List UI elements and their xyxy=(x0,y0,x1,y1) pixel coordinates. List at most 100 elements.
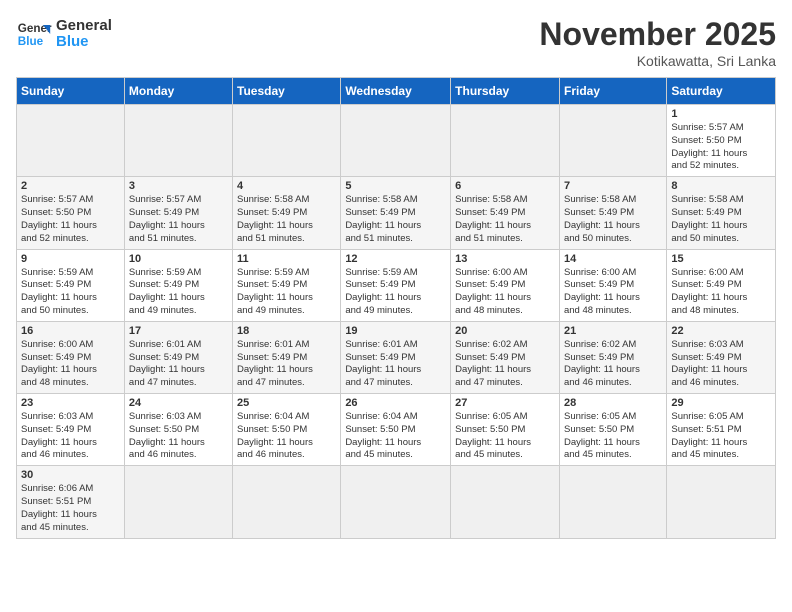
day-number: 9 xyxy=(21,253,120,265)
day-info: Sunrise: 6:01 AM Sunset: 5:49 PM Dayligh… xyxy=(129,339,228,390)
weekday-header: Monday xyxy=(124,78,232,105)
day-number: 18 xyxy=(237,325,336,337)
day-info: Sunrise: 6:00 AM Sunset: 5:49 PM Dayligh… xyxy=(455,267,555,318)
day-number: 28 xyxy=(564,397,662,409)
calendar-cell: 30 Sunrise: 6:06 AM Sunset: 5:51 PM Dayli… xyxy=(17,466,125,538)
svg-text:Blue: Blue xyxy=(18,35,44,48)
weekday-header: Friday xyxy=(559,78,666,105)
day-number: 24 xyxy=(129,397,228,409)
day-number: 14 xyxy=(564,253,662,265)
calendar-cell: 14 Sunrise: 6:00 AM Sunset: 5:49 PM Dayli… xyxy=(559,249,666,321)
day-number: 2 xyxy=(21,180,120,192)
day-info: Sunrise: 6:01 AM Sunset: 5:49 PM Dayligh… xyxy=(237,339,336,390)
calendar-cell: 1 Sunrise: 5:57 AM Sunset: 5:50 PM Daylig… xyxy=(667,105,776,177)
calendar-cell xyxy=(341,105,451,177)
calendar-cell xyxy=(17,105,125,177)
day-number: 26 xyxy=(345,397,446,409)
logo-general-text: General xyxy=(56,18,112,35)
day-info: Sunrise: 6:03 AM Sunset: 5:50 PM Dayligh… xyxy=(129,411,228,462)
day-number: 16 xyxy=(21,325,120,337)
calendar-table: SundayMondayTuesdayWednesdayThursdayFrid… xyxy=(16,77,776,539)
day-info: Sunrise: 5:59 AM Sunset: 5:49 PM Dayligh… xyxy=(345,267,446,318)
calendar-cell: 28 Sunrise: 6:05 AM Sunset: 5:50 PM Dayli… xyxy=(559,394,666,466)
calendar-cell: 13 Sunrise: 6:00 AM Sunset: 5:49 PM Dayli… xyxy=(451,249,560,321)
calendar-cell: 21 Sunrise: 6:02 AM Sunset: 5:49 PM Dayli… xyxy=(559,321,666,393)
day-info: Sunrise: 5:59 AM Sunset: 5:49 PM Dayligh… xyxy=(237,267,336,318)
calendar-cell: 27Sunrise: 6:05 AM Sunset: 5:50 PM Dayli… xyxy=(451,394,560,466)
weekday-header: Thursday xyxy=(451,78,560,105)
day-info: Sunrise: 5:59 AM Sunset: 5:49 PM Dayligh… xyxy=(21,267,120,318)
calendar-cell: 3 Sunrise: 5:57 AM Sunset: 5:49 PM Daylig… xyxy=(124,177,232,249)
calendar-cell: 7 Sunrise: 5:58 AM Sunset: 5:49 PM Daylig… xyxy=(559,177,666,249)
day-number: 13 xyxy=(455,253,555,265)
day-info: Sunrise: 6:03 AM Sunset: 5:49 PM Dayligh… xyxy=(671,339,771,390)
day-number: 25 xyxy=(237,397,336,409)
day-info: Sunrise: 6:03 AM Sunset: 5:49 PM Dayligh… xyxy=(21,411,120,462)
day-info: Sunrise: 5:58 AM Sunset: 5:49 PM Dayligh… xyxy=(455,194,555,245)
day-number: 23 xyxy=(21,397,120,409)
calendar-cell xyxy=(124,105,232,177)
day-info: Sunrise: 6:00 AM Sunset: 5:49 PM Dayligh… xyxy=(564,267,662,318)
weekday-header: Wednesday xyxy=(341,78,451,105)
day-number: 20 xyxy=(455,325,555,337)
calendar-cell: 22 Sunrise: 6:03 AM Sunset: 5:49 PM Dayli… xyxy=(667,321,776,393)
calendar-cell xyxy=(451,466,560,538)
calendar-cell xyxy=(667,466,776,538)
calendar-cell: 10 Sunrise: 5:59 AM Sunset: 5:49 PM Dayli… xyxy=(124,249,232,321)
day-number: 21 xyxy=(564,325,662,337)
title-block: November 2025 Kotikawatta, Sri Lanka xyxy=(539,16,776,69)
calendar-cell: 19Sunrise: 6:01 AM Sunset: 5:49 PM Dayli… xyxy=(341,321,451,393)
day-info: Sunrise: 6:00 AM Sunset: 5:49 PM Dayligh… xyxy=(21,339,120,390)
calendar-cell: 9 Sunrise: 5:59 AM Sunset: 5:49 PM Daylig… xyxy=(17,249,125,321)
weekday-header: Sunday xyxy=(17,78,125,105)
day-info: Sunrise: 6:05 AM Sunset: 5:50 PM Dayligh… xyxy=(564,411,662,462)
day-info: Sunrise: 6:06 AM Sunset: 5:51 PM Dayligh… xyxy=(21,483,120,534)
logo-icon: General Blue xyxy=(16,16,52,52)
day-info: Sunrise: 5:58 AM Sunset: 5:49 PM Dayligh… xyxy=(671,194,771,245)
day-number: 15 xyxy=(671,253,771,265)
day-number: 22 xyxy=(671,325,771,337)
calendar-cell: 24 Sunrise: 6:03 AM Sunset: 5:50 PM Dayli… xyxy=(124,394,232,466)
logo: General Blue General Blue xyxy=(16,16,112,52)
day-number: 5 xyxy=(345,180,446,192)
weekday-header: Tuesday xyxy=(233,78,341,105)
day-info: Sunrise: 5:58 AM Sunset: 5:49 PM Dayligh… xyxy=(237,194,336,245)
calendar-cell: 12Sunrise: 5:59 AM Sunset: 5:49 PM Dayli… xyxy=(341,249,451,321)
calendar-cell xyxy=(559,466,666,538)
calendar-cell: 11 Sunrise: 5:59 AM Sunset: 5:49 PM Dayli… xyxy=(233,249,341,321)
day-info: Sunrise: 5:57 AM Sunset: 5:50 PM Dayligh… xyxy=(671,122,771,173)
calendar-cell: 26Sunrise: 6:04 AM Sunset: 5:50 PM Dayli… xyxy=(341,394,451,466)
location-text: Kotikawatta, Sri Lanka xyxy=(539,53,776,69)
calendar-cell: 5 Sunrise: 5:58 AM Sunset: 5:49 PM Daylig… xyxy=(341,177,451,249)
day-number: 8 xyxy=(671,180,771,192)
calendar-cell: 15 Sunrise: 6:00 AM Sunset: 5:49 PM Dayli… xyxy=(667,249,776,321)
calendar-cell: 23 Sunrise: 6:03 AM Sunset: 5:49 PM Dayli… xyxy=(17,394,125,466)
calendar-cell: 4 Sunrise: 5:58 AM Sunset: 5:49 PM Daylig… xyxy=(233,177,341,249)
calendar-cell: 6Sunrise: 5:58 AM Sunset: 5:49 PM Daylig… xyxy=(451,177,560,249)
day-number: 3 xyxy=(129,180,228,192)
day-info: Sunrise: 6:02 AM Sunset: 5:49 PM Dayligh… xyxy=(564,339,662,390)
calendar-cell xyxy=(451,105,560,177)
day-number: 1 xyxy=(671,108,771,120)
day-number: 7 xyxy=(564,180,662,192)
day-info: Sunrise: 5:58 AM Sunset: 5:49 PM Dayligh… xyxy=(564,194,662,245)
calendar-cell xyxy=(559,105,666,177)
day-number: 17 xyxy=(129,325,228,337)
day-info: Sunrise: 6:00 AM Sunset: 5:49 PM Dayligh… xyxy=(671,267,771,318)
day-number: 30 xyxy=(21,469,120,481)
calendar-cell: 29Sunrise: 6:05 AM Sunset: 5:51 PM Dayli… xyxy=(667,394,776,466)
day-number: 10 xyxy=(129,253,228,265)
calendar-cell: 16 Sunrise: 6:00 AM Sunset: 5:49 PM Dayli… xyxy=(17,321,125,393)
day-info: Sunrise: 5:57 AM Sunset: 5:49 PM Dayligh… xyxy=(129,194,228,245)
day-info: Sunrise: 5:58 AM Sunset: 5:49 PM Dayligh… xyxy=(345,194,446,245)
day-number: 11 xyxy=(237,253,336,265)
calendar-cell: 25Sunrise: 6:04 AM Sunset: 5:50 PM Dayli… xyxy=(233,394,341,466)
day-number: 4 xyxy=(237,180,336,192)
calendar-cell: 20Sunrise: 6:02 AM Sunset: 5:49 PM Dayli… xyxy=(451,321,560,393)
calendar-cell xyxy=(233,105,341,177)
day-info: Sunrise: 5:59 AM Sunset: 5:49 PM Dayligh… xyxy=(129,267,228,318)
calendar-cell xyxy=(341,466,451,538)
calendar-cell: 8 Sunrise: 5:58 AM Sunset: 5:49 PM Daylig… xyxy=(667,177,776,249)
day-number: 29 xyxy=(671,397,771,409)
day-info: Sunrise: 6:05 AM Sunset: 5:50 PM Dayligh… xyxy=(455,411,555,462)
